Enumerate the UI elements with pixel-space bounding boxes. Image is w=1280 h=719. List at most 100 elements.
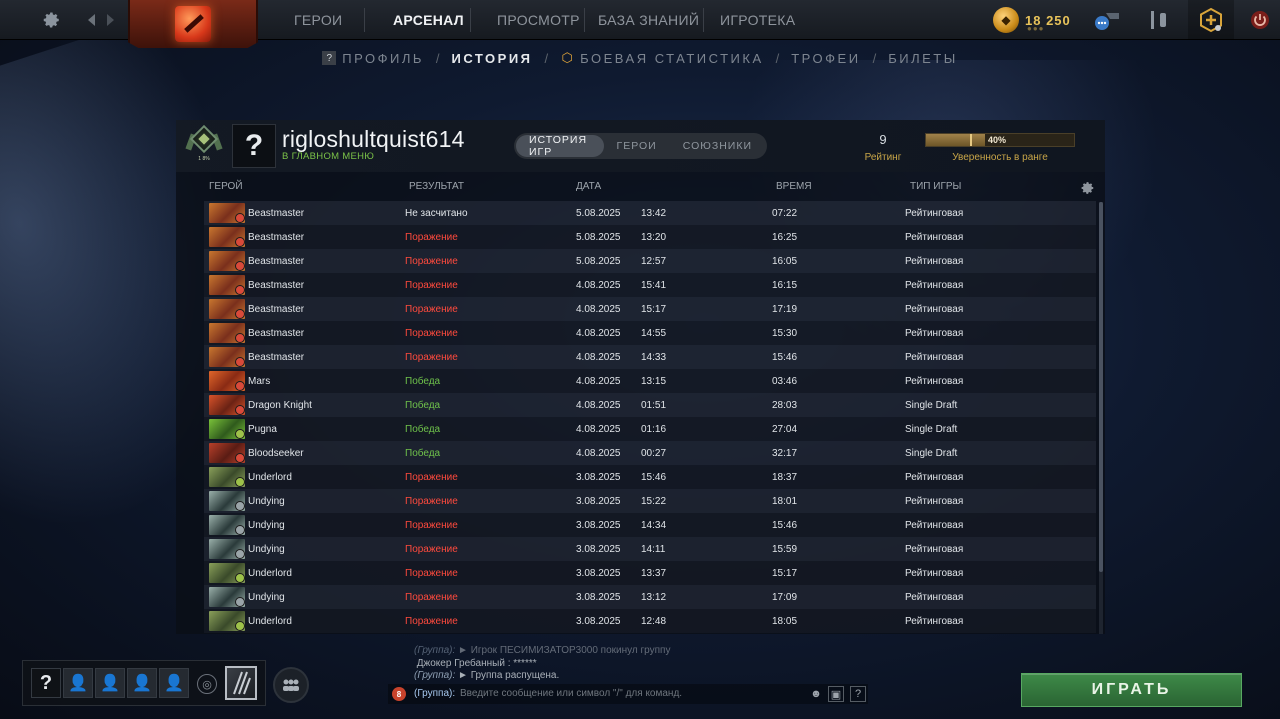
table-row[interactable]: Bloodseeker Победа 4.08.2025 00:27 32:17 Sing… (204, 441, 1096, 465)
table-row[interactable]: Undying Поражение 3.08.2025 15:22 18:01 Рейти… (204, 489, 1096, 513)
col-game-mode[interactable]: ТИП ИГРЫ (910, 181, 961, 192)
chat-channel-label[interactable]: (Группа): (414, 688, 455, 699)
game-mode: Рейтинговая (905, 280, 964, 291)
table-row[interactable]: Beastmaster Поражение 5.08.2025 13:20 16:25 Р… (204, 225, 1096, 249)
hero-attribute-icon (235, 405, 245, 415)
table-row[interactable]: Beastmaster Поражение 4.08.2025 14:33 15:46 Р… (204, 345, 1096, 369)
chat-wheel-icon[interactable]: ▣ (828, 686, 844, 702)
nav-arcade[interactable]: ИГРОТЕКА (720, 0, 795, 40)
table-header: ГЕРОЙ РЕЗУЛЬТАТ ДАТА ВРЕМЯ ТИП ИГРЫ (176, 178, 1105, 196)
play-button[interactable]: ИГРАТЬ (1021, 673, 1242, 707)
rank-medal-icon[interactable]: 1 8% (184, 124, 224, 166)
player-status: В ГЛАВНОМ МЕНЮ (282, 151, 375, 162)
hero-attribute-icon (235, 501, 245, 511)
person-icon: 👤 (132, 675, 152, 692)
table-row[interactable]: Underlord Поражение 3.08.2025 15:46 18:37 Рей… (204, 465, 1096, 489)
nav-arsenal[interactable]: АРСЕНАЛ (393, 0, 464, 40)
tab-heroes[interactable]: ГЕРОИ (604, 135, 670, 157)
table-row[interactable]: Pugna Победа 4.08.2025 01:16 27:04 Single Dra… (204, 417, 1096, 441)
game-mode: Рейтинговая (905, 568, 964, 579)
rank-confidence-percent: 40% (988, 135, 1007, 145)
medal-label: 1 8% (198, 156, 210, 162)
party-slot-empty[interactable]: 👤 (159, 668, 189, 698)
table-row[interactable]: Mars Победа 4.08.2025 13:15 03:46 Рейтинговая (204, 369, 1096, 393)
hero-portrait (209, 563, 245, 583)
game-mode: Single Draft (905, 400, 958, 411)
party-slot-empty[interactable]: 👤 (95, 668, 125, 698)
hero-name: Bloodseeker (248, 448, 304, 459)
rank-confidence-label: Уверенность в ранге (952, 152, 1048, 163)
chat-bubble-button[interactable] (1088, 0, 1124, 40)
find-party-button[interactable] (273, 667, 309, 703)
question-icon: ? (322, 51, 337, 65)
subnav-history[interactable]: ИСТОРИЯ (452, 51, 533, 66)
match-date: 4.08.2025 (576, 328, 621, 339)
tab-allies[interactable]: СОЮЗНИКИ (670, 135, 765, 157)
table-row[interactable]: Beastmaster Поражение 4.08.2025 15:41 16:15 Р… (204, 273, 1096, 297)
table-row[interactable]: Undying Поражение 3.08.2025 13:12 17:09 Рейти… (204, 585, 1096, 609)
plus-subscription-button[interactable] (1188, 0, 1234, 40)
battle-pass-card-icon[interactable] (225, 666, 257, 700)
unread-count-badge[interactable]: 8 (392, 687, 406, 701)
table-row[interactable]: Beastmaster Поражение 5.08.2025 12:57 16:05 Р… (204, 249, 1096, 273)
subnav-tickets[interactable]: БИЛЕТЫ (888, 51, 958, 66)
subnav-profile[interactable]: ? ПРОФИЛЬ (322, 51, 424, 66)
table-settings-gear-icon[interactable] (1081, 181, 1095, 198)
hero-portrait (209, 443, 245, 463)
table-row[interactable]: Undying Поражение 3.08.2025 14:34 15:46 Рейти… (204, 513, 1096, 537)
chat-sender: Джокер Гребанный (416, 657, 505, 669)
voice-chat-headset-icon[interactable]: ◎ (197, 674, 217, 694)
tab-match-history[interactable]: ИСТОРИЯ ИГР (516, 134, 604, 158)
col-date[interactable]: ДАТА (576, 181, 601, 192)
scrollbar-thumb[interactable] (1099, 202, 1103, 572)
match-start-time: 01:51 (641, 400, 667, 411)
nav-knowledge-base[interactable]: БАЗА ЗНАНИЙ (598, 0, 699, 40)
table-row[interactable]: Underlord Поражение 3.08.2025 13:37 15:17 Рей… (204, 561, 1096, 585)
username: rigloshultquist614 (282, 126, 465, 152)
table-row[interactable]: Dragon Knight Победа 4.08.2025 01:51 28:03 Si… (204, 393, 1096, 417)
currency-display[interactable]: ◆ 18 250 ●●● (993, 6, 1071, 34)
match-result: Поражение (405, 352, 458, 363)
col-result[interactable]: РЕЗУЛЬТАТ (409, 181, 464, 192)
match-result: Поражение (405, 496, 458, 507)
dota-logo-button[interactable] (128, 0, 258, 48)
nav-heroes[interactable]: ГЕРОИ (294, 0, 342, 40)
table-row[interactable]: Beastmaster Поражение 4.08.2025 15:17 17:19 Р… (204, 297, 1096, 321)
hero-portrait (209, 371, 245, 391)
power-button[interactable] (1244, 0, 1276, 40)
chat-channel: (Группа): (414, 670, 456, 681)
match-start-time: 15:17 (641, 304, 667, 315)
match-start-time: 15:41 (641, 280, 667, 291)
col-duration[interactable]: ВРЕМЯ (776, 181, 812, 192)
hero-attribute-icon (235, 573, 245, 583)
table-row[interactable]: Beastmaster Поражение 4.08.2025 14:55 15:30 Р… (204, 321, 1096, 345)
party-slot-empty[interactable]: 👤 (63, 668, 93, 698)
match-start-time: 12:57 (641, 256, 667, 267)
armory-button[interactable] (1140, 0, 1176, 40)
col-hero[interactable]: ГЕРОЙ (209, 181, 243, 192)
table-row[interactable]: Beastmaster Не засчитано 5.08.2025 13:42 07:… (204, 201, 1096, 225)
hero-name: Beastmaster (248, 304, 305, 315)
avatar[interactable]: ? (232, 124, 276, 168)
match-start-time: 12:48 (641, 616, 667, 627)
subnav-trophies[interactable]: ТРОФЕИ (791, 51, 860, 66)
table-row[interactable]: Undying Поражение 3.08.2025 14:11 15:59 Рейти… (204, 537, 1096, 561)
match-duration: 18:05 (772, 616, 798, 627)
match-date: 4.08.2025 (576, 424, 621, 435)
match-start-time: 14:33 (641, 352, 667, 363)
forward-arrow-icon[interactable] (98, 8, 122, 32)
chat-input[interactable]: 8 (Группа): Введите сообщение или символ… (388, 684, 868, 704)
chat-help-icon[interactable]: ? (850, 686, 866, 702)
table-row[interactable]: Underlord Поражение 3.08.2025 12:48 18:05 Рей… (204, 609, 1096, 633)
party-slot-empty[interactable]: 👤 (127, 668, 157, 698)
party-slot-self[interactable]: ? (31, 668, 61, 698)
subnav-battle-stats[interactable]: ⬡ БОЕВАЯ СТАТИСТИКА (560, 50, 763, 66)
subnav-separator: / (435, 50, 440, 66)
hero-name: Beastmaster (248, 328, 305, 339)
hero-portrait (209, 515, 245, 535)
match-duration: 15:30 (772, 328, 798, 339)
chat-text: : ****** (507, 657, 537, 669)
settings-gear-icon[interactable] (40, 8, 64, 32)
nav-watch[interactable]: ПРОСМОТР (497, 0, 580, 40)
emoticon-icon[interactable]: ☻ (808, 686, 824, 702)
